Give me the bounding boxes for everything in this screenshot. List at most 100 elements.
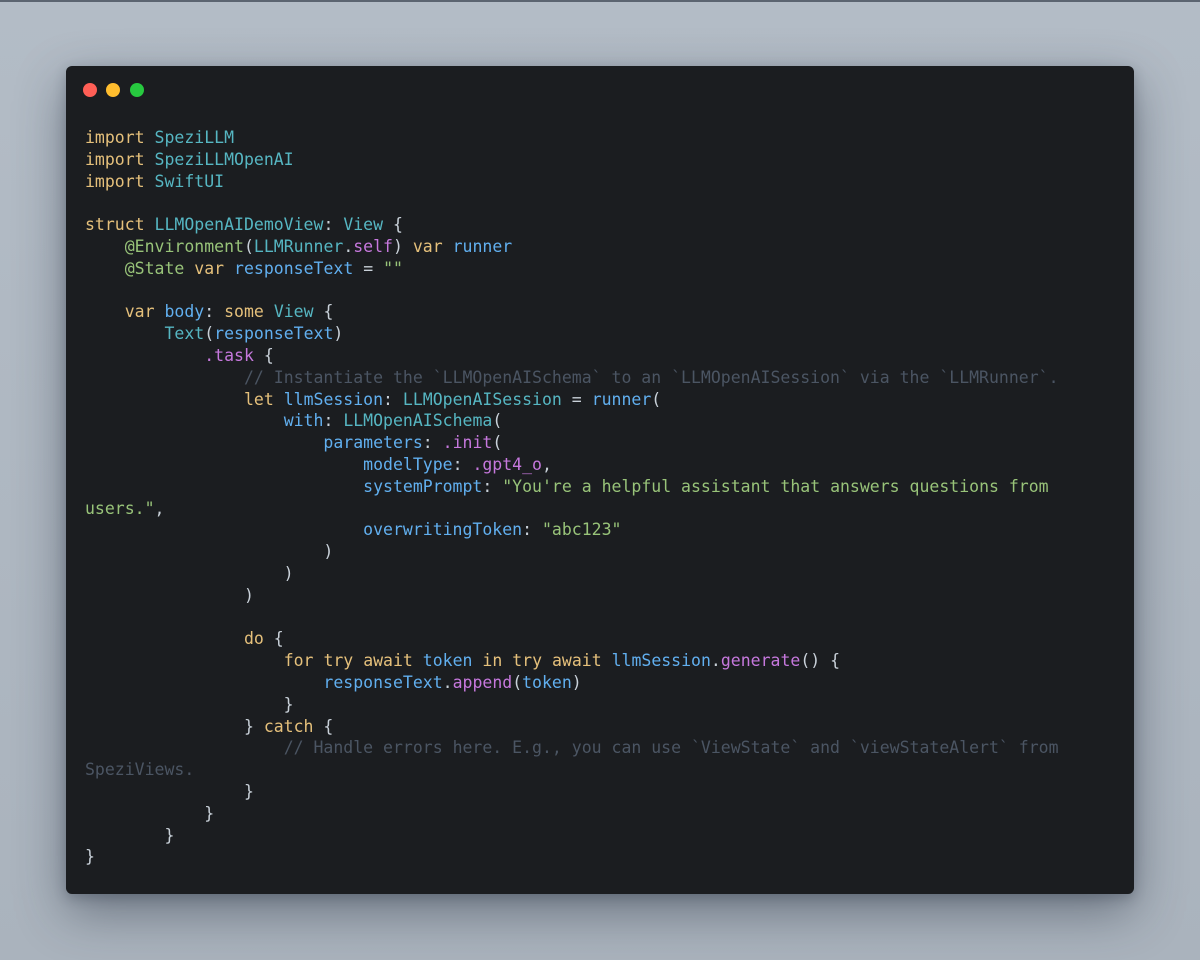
code-token: ( [204, 324, 215, 344]
code-line: } catch { [85, 716, 1124, 738]
close-button-icon[interactable] [83, 83, 97, 97]
code-token: .task [204, 345, 254, 365]
code-token: responseText [214, 324, 334, 344]
code-token: let [243, 389, 274, 409]
code-token: for [283, 651, 314, 671]
code-line: with: LLMOpenAISchema( [85, 410, 1124, 432]
code-token: { [253, 345, 274, 365]
code-token: ) [85, 585, 254, 605]
code-token: () { [800, 651, 841, 671]
code-token: some [224, 302, 264, 322]
code-token: ) [393, 236, 413, 256]
code-line: SpeziViews. [85, 759, 1124, 781]
code-block: import SpeziLLM import SpeziLLMOpenAI impo… [85, 127, 1124, 868]
code-line: ) [85, 563, 1124, 585]
code-token: = [561, 389, 592, 409]
code-line: ​ [85, 192, 1124, 214]
code-line: ) [85, 585, 1124, 607]
code-line: ​ [85, 607, 1124, 629]
code-token: do [243, 629, 264, 649]
code-line: .task { [85, 345, 1124, 367]
code-token: token [522, 672, 572, 692]
code-token: // Instantiate the `LLMOpenAISchema` to … [243, 367, 1059, 387]
code-token: SpeziViews. [85, 760, 195, 780]
code-token: append [452, 672, 513, 692]
code-token: responseText [234, 258, 354, 278]
code-token: ( [512, 672, 523, 692]
code-token: Text [164, 324, 205, 344]
zoom-button-icon[interactable] [130, 83, 144, 97]
code-token: generate [720, 651, 801, 671]
code-token: View [273, 302, 314, 322]
code-token: .gpt4_o [472, 454, 542, 474]
code-token: var [412, 236, 443, 256]
code-token: LLMOpenAISchema [343, 411, 493, 431]
code-token: LLMOpenAIDemoView [154, 215, 324, 235]
code-token: . [710, 651, 721, 671]
code-token: . [343, 236, 354, 256]
code-token: ( [492, 433, 503, 453]
code-token: : [383, 389, 403, 409]
code-token: await [551, 651, 602, 671]
code-token: token [422, 651, 473, 671]
code-token: } [85, 847, 95, 867]
code-token: : [422, 433, 443, 453]
code-line: import SpeziLLM [85, 127, 1124, 149]
code-line: } [85, 825, 1124, 847]
code-token: { [313, 302, 334, 322]
code-token: in [482, 651, 503, 671]
code-token: ) [571, 672, 582, 692]
code-token: await [363, 651, 413, 671]
code-token: struct [85, 215, 145, 235]
code-token: responseText [323, 672, 443, 692]
code-line: for try await token in try await llmSess… [85, 650, 1124, 672]
code-token: // Handle errors here. E.g., you can use… [283, 738, 1059, 758]
code-token: catch [263, 716, 314, 736]
code-token: runner [452, 236, 513, 256]
code-line: var body: some View { [85, 301, 1124, 323]
code-token: : [482, 476, 503, 496]
code-token: = [353, 258, 384, 278]
code-token: .init [442, 433, 493, 453]
code-line: import SwiftUI [85, 171, 1124, 193]
code-token: : [452, 454, 473, 474]
code-line: ) [85, 541, 1124, 563]
code-token: View [343, 215, 384, 235]
code-token: import [85, 171, 145, 191]
code-token: @State [124, 258, 185, 278]
code-line: let llmSession: LLMOpenAISession = runne… [85, 389, 1124, 411]
code-token: var [194, 258, 225, 278]
minimize-button-icon[interactable] [106, 83, 120, 97]
code-token: ( [492, 411, 503, 431]
code-token: "abc123" [541, 520, 622, 540]
code-token: import [85, 128, 145, 147]
code-line: // Handle errors here. E.g., you can use… [85, 737, 1124, 759]
window-titlebar [66, 66, 1134, 114]
code-token: with [283, 411, 324, 431]
code-token: : [522, 520, 542, 540]
code-line: overwritingToken: "abc123" [85, 519, 1124, 541]
code-line: struct LLMOpenAIDemoView: View { [85, 214, 1124, 236]
screen-top-edge [0, 0, 1200, 2]
